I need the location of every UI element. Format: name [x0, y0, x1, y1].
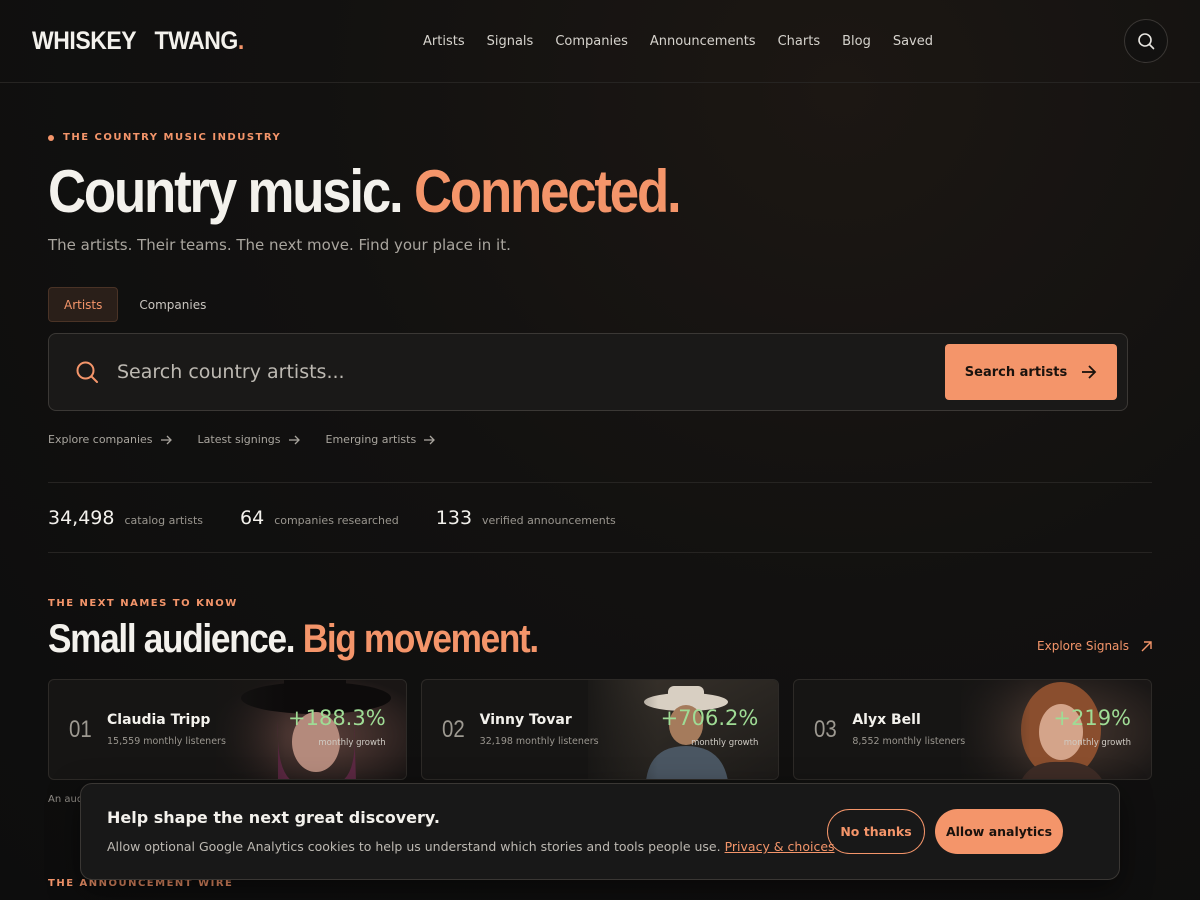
hero-subline: The artists. Their teams. The next move.…: [48, 236, 511, 254]
link-label: Emerging artists: [325, 433, 417, 446]
stat-verified-announcements: 133 verified announcements: [436, 507, 616, 529]
artist-name: Claudia Tripp: [107, 712, 211, 728]
main-nav: Artists Signals Companies Announcements …: [423, 0, 933, 83]
artist-growth: +706.2% monthly growth: [661, 706, 759, 748]
stat-value: 133: [435, 506, 473, 529]
site-logo[interactable]: WHISKEY TWANG.: [32, 27, 244, 56]
privacy-choices-link[interactable]: Privacy & choices: [725, 839, 835, 854]
stat-companies-researched: 64 companies researched: [240, 507, 399, 529]
search-icon: [76, 361, 98, 383]
stat-label: companies researched: [274, 513, 399, 527]
artist-growth: +219% monthly growth: [1053, 706, 1131, 748]
artist-card[interactable]: 03 Alyx Bell 8,552 monthly listeners +21…: [793, 679, 1153, 780]
headline-accent: Connected.: [413, 158, 682, 225]
stat-catalog-artists: 34,498 catalog artists: [48, 507, 203, 529]
growth-percent: +188.3%: [288, 706, 386, 730]
cookie-consent-banner: Help shape the next great discovery. All…: [80, 783, 1120, 880]
explore-signals-link[interactable]: Explore Signals: [1037, 639, 1152, 653]
arrow-right-icon: [424, 435, 436, 444]
tab-artists[interactable]: Artists: [48, 287, 119, 322]
arrow-right-icon: [1082, 365, 1097, 379]
artist-name: Vinny Tovar: [479, 712, 572, 728]
growth-label: monthly growth: [318, 738, 386, 748]
hero-eyebrow-text: THE COUNTRY MUSIC INDUSTRY: [63, 132, 282, 143]
stats-row: 34,498 catalog artists 64 companies rese…: [48, 482, 1152, 553]
nav-blog[interactable]: Blog: [842, 34, 871, 49]
hero-section: THE COUNTRY MUSIC INDUSTRY Country music…: [0, 132, 1200, 805]
logo-word-twang: TWANG: [154, 26, 239, 55]
link-label: Latest signings: [197, 433, 281, 446]
artist-growth: +188.3% monthly growth: [288, 706, 386, 748]
artist-info: Claudia Tripp 15,559 monthly listeners: [107, 712, 226, 747]
artist-listeners: 15,559 monthly listeners: [107, 736, 226, 747]
eyebrow-dot-icon: [48, 134, 54, 141]
artist-rank: 01: [69, 715, 92, 743]
cookie-body-text: Allow optional Google Analytics cookies …: [107, 839, 721, 854]
artist-cards: 01 Claudia Tripp 15,559 monthly listener…: [48, 679, 1153, 780]
stat-label: verified announcements: [482, 513, 616, 527]
artist-listeners: 32,198 monthly listeners: [479, 736, 599, 747]
quick-links: Explore companies Latest signings Emergi…: [48, 433, 1152, 446]
allow-analytics-button[interactable]: Allow analytics: [935, 809, 1063, 854]
nav-saved[interactable]: Saved: [893, 34, 933, 49]
growth-label: monthly growth: [691, 738, 759, 748]
nav-companies[interactable]: Companies: [555, 34, 628, 49]
search-icon: [1138, 33, 1155, 50]
artist-info: Vinny Tovar 32,198 monthly listeners: [480, 712, 599, 747]
arrow-right-icon: [288, 435, 300, 444]
next-names-title: Small audience. Big movement.: [48, 617, 539, 661]
search-input[interactable]: [117, 361, 945, 383]
search-button-label: Search artists: [964, 364, 1068, 380]
artist-rank: 02: [441, 715, 465, 743]
next-names-header: Small audience. Big movement. Explore Si…: [48, 619, 1152, 659]
artist-name: Alyx Bell: [852, 712, 921, 728]
title-accent: Big movement.: [302, 617, 539, 661]
artist-search-bar: Search artists: [48, 333, 1128, 411]
link-explore-companies[interactable]: Explore companies: [48, 433, 172, 446]
stat-value: 64: [240, 506, 265, 529]
artist-listeners: 8,552 monthly listeners: [852, 736, 966, 747]
nav-announcements[interactable]: Announcements: [650, 34, 756, 49]
tab-companies[interactable]: Companies: [124, 287, 221, 322]
stat-label: catalog artists: [124, 513, 203, 527]
arrow-right-icon: [160, 435, 172, 444]
growth-percent: +706.2%: [660, 706, 759, 730]
hero-headline: Country music. Connected.: [48, 162, 1020, 222]
artist-card[interactable]: 01 Claudia Tripp 15,559 monthly listener…: [48, 679, 407, 780]
logo-word-whiskey: WHISKEY: [32, 26, 137, 55]
page: WHISKEY TWANG. Artists Signals Companies …: [0, 0, 1200, 889]
search-artists-button[interactable]: Search artists: [945, 344, 1117, 400]
search-type-tabs: Artists Companies: [48, 287, 1152, 322]
growth-label: monthly growth: [1063, 738, 1132, 748]
header-search-button[interactable]: [1124, 19, 1168, 63]
artist-card[interactable]: 02 Vinny Tovar 32,198 monthly listeners …: [420, 679, 780, 780]
logo-dot: .: [237, 26, 244, 55]
arrow-up-right-icon: [1141, 640, 1152, 651]
top-navigation-bar: WHISKEY TWANG. Artists Signals Companies …: [0, 0, 1200, 83]
nav-signals[interactable]: Signals: [487, 34, 534, 49]
link-latest-signings[interactable]: Latest signings: [198, 433, 300, 446]
artist-info: Alyx Bell 8,552 monthly listeners: [852, 712, 965, 747]
no-thanks-button[interactable]: No thanks: [827, 809, 925, 854]
artist-rank: 03: [814, 715, 838, 743]
nav-charts[interactable]: Charts: [778, 34, 821, 49]
stat-value: 34,498: [48, 506, 115, 529]
nav-artists[interactable]: Artists: [423, 34, 465, 49]
next-names-eyebrow: THE NEXT NAMES TO KNOW: [48, 598, 238, 609]
cookie-actions: No thanks Allow analytics: [827, 809, 1063, 854]
explore-signals-label: Explore Signals: [1037, 639, 1129, 653]
title-main: Small audience.: [48, 617, 296, 661]
headline-main: Country music.: [48, 158, 404, 225]
hero-eyebrow: THE COUNTRY MUSIC INDUSTRY: [48, 132, 1152, 143]
growth-percent: +219%: [1053, 706, 1132, 730]
link-label: Explore companies: [48, 433, 153, 446]
link-emerging-artists[interactable]: Emerging artists: [326, 433, 436, 446]
